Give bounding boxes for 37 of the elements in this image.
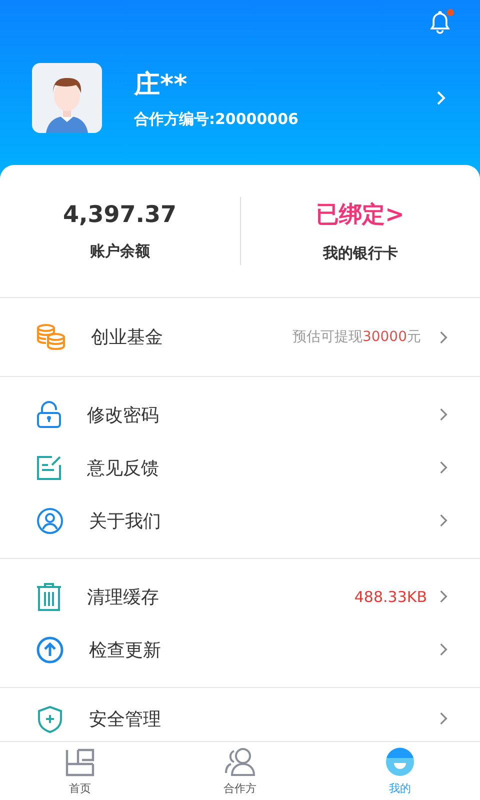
trash-icon: [36, 582, 62, 610]
chevron-icon: [439, 642, 448, 657]
withdraw-estimate: 预估可提现30000元: [292, 328, 421, 346]
cache-size: 488.33KB: [354, 588, 427, 606]
chevron-icon: [439, 711, 448, 726]
balance-label: 账户余额: [90, 242, 150, 260]
chevron-icon: [439, 330, 448, 344]
chevron-icon: [439, 407, 448, 422]
menu-item[interactable]: 修改密码: [87, 402, 439, 426]
chevron-icon: [439, 460, 448, 475]
people-icon: [224, 746, 256, 776]
menu-item[interactable]: 意见反馈: [87, 456, 439, 480]
partner-id: 合作方编号:20000006: [134, 110, 300, 129]
balance-amount: 4,397.37: [63, 202, 176, 228]
bank-card-label: 我的银行卡: [322, 244, 398, 263]
bell-icon[interactable]: [429, 10, 451, 34]
lock-icon: [36, 400, 62, 428]
menu-item[interactable]: 创业基金: [91, 325, 292, 349]
upload-icon: [36, 636, 64, 664]
user-name: 庄**: [134, 69, 188, 102]
user-icon: [36, 506, 64, 534]
chevron-icon[interactable]: [436, 90, 446, 106]
menu-item[interactable]: 清理缓存: [87, 584, 354, 608]
tab[interactable]: 合作方: [160, 742, 320, 800]
chevron-icon: [439, 589, 448, 604]
avatar: [32, 63, 102, 133]
tab[interactable]: 首页: [0, 742, 160, 800]
menu-item[interactable]: 安全管理: [89, 706, 439, 730]
note-icon: [36, 454, 62, 480]
bank-card-status[interactable]: 已绑定>: [316, 199, 404, 230]
chevron-icon: [439, 513, 448, 528]
smile-icon: [385, 746, 415, 776]
shield-icon: [36, 704, 64, 732]
menu-item[interactable]: 关于我们: [89, 508, 439, 532]
coins-icon: [36, 324, 66, 350]
home-icon: [65, 746, 95, 776]
menu-item[interactable]: 检查更新: [89, 638, 439, 662]
